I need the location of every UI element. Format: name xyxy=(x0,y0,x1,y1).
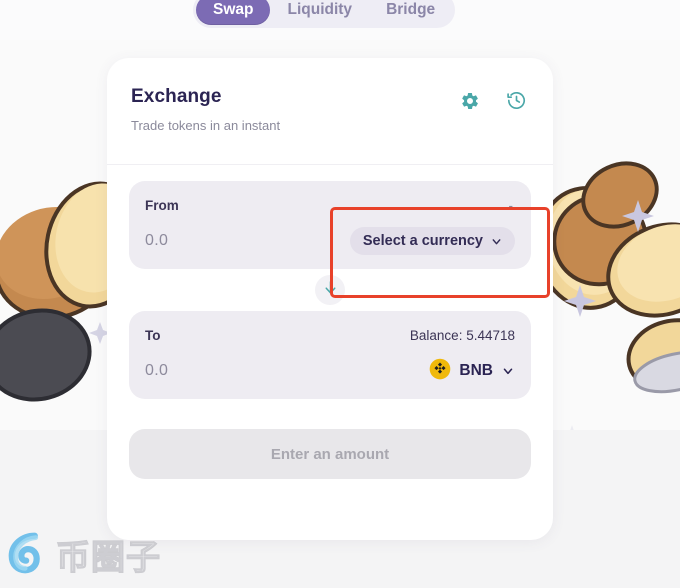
from-amount-input[interactable]: 0.0 xyxy=(145,232,168,250)
header-actions xyxy=(460,84,527,111)
arrow-down-icon xyxy=(322,279,339,301)
from-label: From xyxy=(145,197,179,213)
to-panel-top-row: To Balance: 5.44718 xyxy=(145,324,515,346)
page-title: Exchange xyxy=(131,86,222,107)
token-symbol-label: BNB xyxy=(459,362,493,379)
from-balance: - xyxy=(508,197,514,213)
sparkle-icon xyxy=(560,425,584,449)
chevron-down-icon xyxy=(490,235,503,248)
sparkle-icon xyxy=(622,200,654,232)
history-icon[interactable] xyxy=(506,90,527,111)
header-text-group: Exchange Trade tokens in an instant xyxy=(131,84,280,133)
to-panel: To Balance: 5.44718 0.0 BNB xyxy=(129,311,531,399)
tab-liquidity[interactable]: Liquidity xyxy=(270,0,369,25)
card-body: From - 0.0 Select a currency To Balance:… xyxy=(107,165,553,479)
enter-amount-button[interactable]: Enter an amount xyxy=(129,429,531,479)
top-navigation: Swap Liquidity Bridge xyxy=(193,0,456,28)
to-panel-bottom-row: 0.0 BNB xyxy=(145,352,515,390)
swap-direction-button[interactable] xyxy=(315,275,345,305)
select-currency-label: Select a currency xyxy=(362,233,483,249)
exchange-card: Exchange Trade tokens in an instant From… xyxy=(107,58,553,540)
swap-direction-row xyxy=(129,269,531,311)
from-panel: From - 0.0 Select a currency xyxy=(129,181,531,269)
page-subtitle: Trade tokens in an instant xyxy=(131,118,281,133)
to-amount-input[interactable]: 0.0 xyxy=(145,362,168,380)
tab-bar: Swap Liquidity Bridge xyxy=(193,0,456,28)
to-label: To xyxy=(145,327,161,343)
bnb-icon xyxy=(429,358,451,385)
gear-icon[interactable] xyxy=(460,91,480,111)
tab-swap[interactable]: Swap xyxy=(196,0,271,25)
sparkle-icon xyxy=(564,285,596,317)
to-balance: Balance: 5.44718 xyxy=(409,327,515,343)
from-panel-top-row: From - xyxy=(145,194,515,216)
chevron-down-icon xyxy=(501,364,515,378)
circle-swirl-logo xyxy=(6,529,52,580)
token-select-bnb-button[interactable]: BNB xyxy=(429,358,515,385)
from-panel-bottom-row: 0.0 Select a currency xyxy=(145,222,515,260)
card-header: Exchange Trade tokens in an instant xyxy=(107,58,553,165)
tab-bridge[interactable]: Bridge xyxy=(369,0,452,25)
select-currency-button[interactable]: Select a currency xyxy=(349,227,515,255)
